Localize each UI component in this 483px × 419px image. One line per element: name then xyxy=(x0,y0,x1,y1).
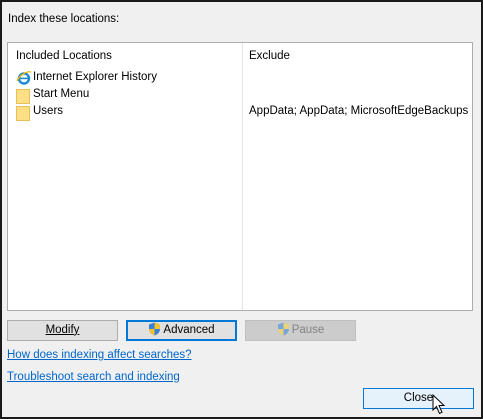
shield-icon xyxy=(277,322,290,343)
folder-icon xyxy=(16,89,30,104)
indexing-options-dialog: Index these locations: Included Location… xyxy=(0,0,483,419)
list-item-label: Start Menu xyxy=(33,88,90,100)
pause-button-label: Pause xyxy=(291,324,325,336)
troubleshoot-search-link[interactable]: Troubleshoot search and indexing xyxy=(7,371,180,383)
column-header-included-locations[interactable]: Included Locations xyxy=(16,50,112,62)
list-item-exclude: AppData; AppData; MicrosoftEdgeBackups xyxy=(249,105,469,117)
list-item-label: Internet Explorer History xyxy=(33,71,157,83)
list-item-label: Users xyxy=(33,105,64,117)
shield-icon xyxy=(148,322,161,342)
list-item[interactable]: Users AppData; AppData; MicrosoftEdgeBac… xyxy=(16,104,471,121)
folder-icon xyxy=(16,106,30,121)
pause-button[interactable]: Pause xyxy=(245,320,356,341)
list-item[interactable]: Internet Explorer History xyxy=(16,70,471,87)
close-button[interactable]: Close xyxy=(363,388,474,409)
modify-button-label: Modify xyxy=(45,324,80,336)
dialog-heading: Index these locations: xyxy=(8,13,120,25)
column-header-exclude[interactable]: Exclude xyxy=(249,50,290,62)
internet-explorer-icon xyxy=(16,70,32,86)
close-button-label: Close xyxy=(403,392,434,404)
advanced-button[interactable]: Advanced xyxy=(126,320,237,341)
locations-list[interactable]: Included Locations Exclude Internet Expl… xyxy=(7,42,473,311)
mouse-cursor-icon xyxy=(432,393,446,416)
modify-button[interactable]: Modify xyxy=(7,320,118,341)
advanced-button-label: Advanced xyxy=(163,324,215,336)
list-item[interactable]: Start Menu xyxy=(16,87,471,104)
indexing-affect-searches-link[interactable]: How does indexing affect searches? xyxy=(7,349,192,361)
